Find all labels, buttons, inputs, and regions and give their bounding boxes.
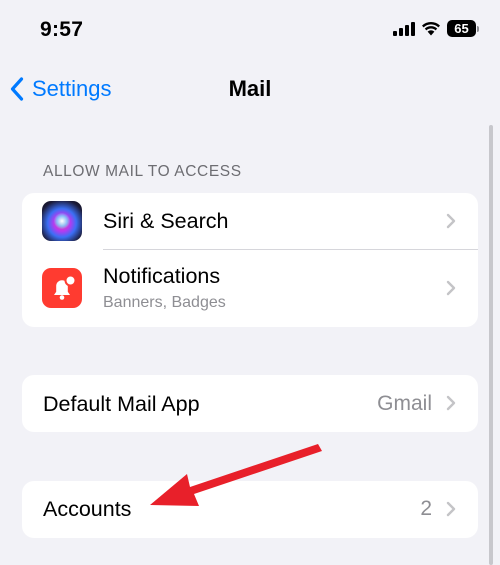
default-mail-group: Default Mail App Gmail [22, 375, 478, 432]
chevron-right-icon [446, 395, 456, 411]
default-mail-app-label: Default Mail App [43, 392, 200, 416]
notifications-row[interactable]: Notifications Banners, Badges [22, 249, 478, 327]
default-mail-app-row[interactable]: Default Mail App Gmail [22, 375, 478, 432]
accounts-count: 2 [420, 497, 432, 520]
section-header-allow-access: ALLOW MAIL TO ACCESS [43, 163, 242, 180]
siri-search-label: Siri & Search [103, 209, 229, 233]
notifications-subtitle: Banners, Badges [103, 294, 226, 311]
nav-bar: Settings Mail [0, 62, 500, 116]
siri-search-row[interactable]: Siri & Search [22, 193, 478, 249]
default-mail-app-value: Gmail [377, 392, 432, 415]
battery-level: 65 [454, 21, 469, 36]
battery-icon: 65 [447, 20, 480, 37]
siri-icon [42, 201, 82, 241]
chevron-right-icon [446, 501, 456, 517]
status-time: 9:57 [40, 18, 84, 41]
status-bar: 9:57 65 [0, 0, 500, 60]
scroll-indicator[interactable] [489, 125, 493, 565]
signal-icon [393, 22, 415, 36]
accounts-group: Accounts 2 [22, 481, 478, 538]
notifications-icon [42, 268, 82, 308]
chevron-right-icon [446, 213, 456, 229]
page-title: Mail [228, 76, 272, 101]
notifications-label: Notifications [103, 264, 221, 288]
chevron-right-icon [446, 280, 456, 296]
accounts-label: Accounts [43, 497, 132, 521]
wifi-icon [422, 21, 440, 36]
accounts-row[interactable]: Accounts 2 [22, 481, 478, 538]
allow-access-group: Siri & Search Notifications Banners, Bad… [22, 193, 478, 327]
